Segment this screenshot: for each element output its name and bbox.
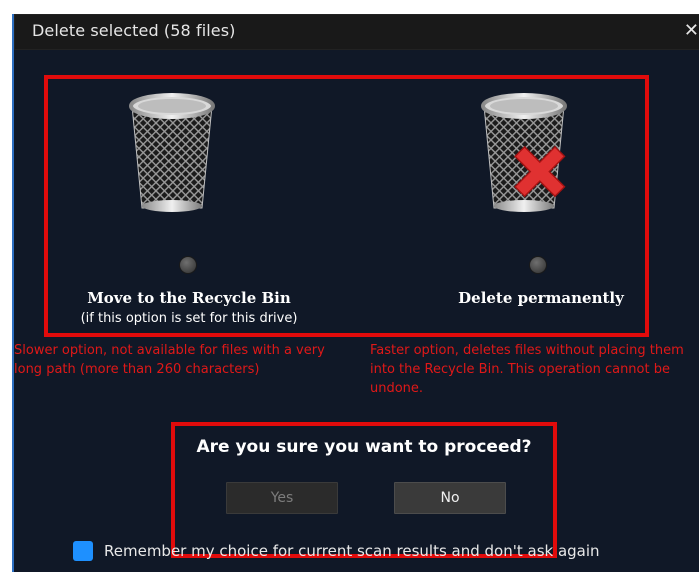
recycle-bin-icon[interactable]	[122, 88, 222, 218]
option-recycle-bin-label[interactable]: Move to the Recycle Bin	[54, 289, 324, 307]
option-delete-permanently-radio[interactable]	[530, 257, 546, 273]
yes-button[interactable]: Yes	[226, 482, 338, 514]
delete-dialog: Delete selected (58 files) ✕ Move to the…	[12, 14, 699, 572]
option-recycle-bin-sublabel: (if this option is set for this drive)	[80, 311, 298, 326]
no-button[interactable]: No	[394, 482, 506, 514]
option-delete-permanently-label[interactable]: Delete permanently	[406, 289, 676, 307]
dialog-titlebar: Delete selected (58 files) ✕	[14, 14, 699, 50]
dialog-title: Delete selected (58 files)	[32, 21, 236, 40]
option-delete-permanently-note: Faster option, deletes files without pla…	[370, 343, 684, 396]
option-recycle-bin-note: Slower option, not available for files w…	[14, 343, 325, 377]
recycle-bin-delete-icon[interactable]	[474, 88, 574, 218]
remember-choice-checkbox[interactable]	[73, 541, 93, 561]
close-icon[interactable]: ✕	[684, 20, 699, 41]
option-recycle-bin-radio[interactable]	[180, 257, 196, 273]
dialog-body: Move to the Recycle Bin (if this option …	[14, 50, 699, 572]
confirm-question: Are you sure you want to proceed?	[196, 437, 532, 457]
remember-choice-label[interactable]: Remember my choice for current scan resu…	[104, 542, 600, 560]
